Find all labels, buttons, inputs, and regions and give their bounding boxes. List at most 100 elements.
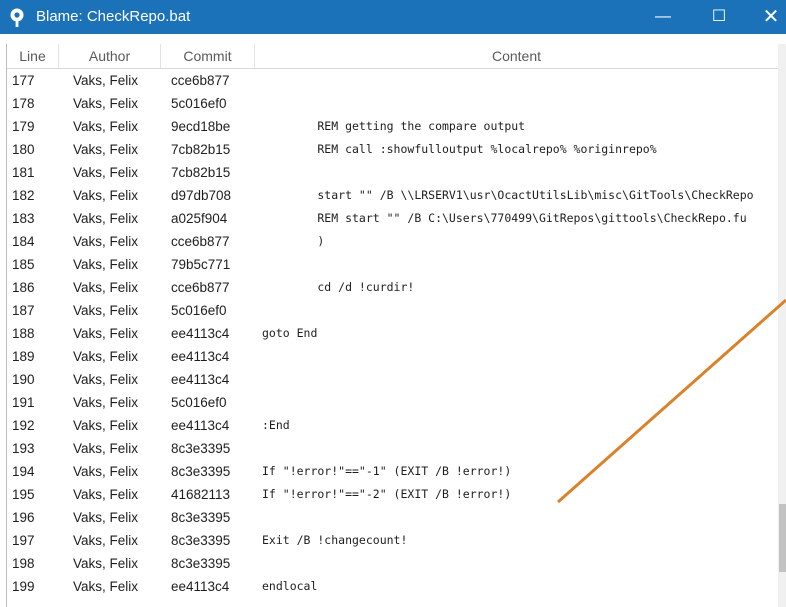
scrollbar-thumb[interactable] xyxy=(779,504,786,572)
blame-row[interactable]: 180 Vaks, Felix 7cb82b15 REM call :showful… xyxy=(7,138,778,161)
blame-row[interactable]: 196 Vaks, Felix 8c3e3395 xyxy=(7,506,778,529)
line-number: 188 xyxy=(12,326,35,341)
author-cell: Vaks, Felix xyxy=(73,234,139,249)
blame-row[interactable]: 178 Vaks, Felix 5c016ef0 xyxy=(7,92,778,115)
commit-cell: 7cb82b15 xyxy=(171,142,231,157)
blame-row[interactable]: 182 Vaks, Felix d97db708 start "" /B \\LRS… xyxy=(7,184,778,207)
commit-cell: cce6b877 xyxy=(171,280,230,295)
commit-cell: ee4113c4 xyxy=(171,349,230,364)
author-cell: Vaks, Felix xyxy=(73,211,139,226)
line-number: 178 xyxy=(12,96,35,111)
content-cell: REM call :showfulloutput %localrepo% %or… xyxy=(262,142,657,156)
commit-cell: 41682113 xyxy=(171,487,231,502)
blame-row[interactable]: 189 Vaks, Felix ee4113c4 xyxy=(7,345,778,368)
content-cell: REM start "" /B C:\Users\770499\GitRepos… xyxy=(262,211,747,225)
author-cell: Vaks, Felix xyxy=(73,165,139,180)
column-header: Line Author Commit Content xyxy=(7,44,778,69)
line-number: 199 xyxy=(12,579,35,594)
author-cell: Vaks, Felix xyxy=(73,257,139,272)
minimize-button[interactable]: — xyxy=(640,0,686,34)
minimize-icon: — xyxy=(655,8,671,25)
blame-row[interactable]: 177 Vaks, Felix cce6b877 xyxy=(7,69,778,92)
line-number: 182 xyxy=(12,188,35,203)
blame-row[interactable]: 185 Vaks, Felix 79b5c771 xyxy=(7,253,778,276)
author-cell: Vaks, Felix xyxy=(73,372,139,387)
author-cell: Vaks, Felix xyxy=(73,96,139,111)
author-cell: Vaks, Felix xyxy=(73,349,139,364)
author-cell: Vaks, Felix xyxy=(73,119,139,134)
line-number: 177 xyxy=(12,73,35,88)
blame-row[interactable]: 186 Vaks, Felix cce6b877 cd /d !curdir! xyxy=(7,276,778,299)
author-cell: Vaks, Felix xyxy=(73,280,139,295)
blame-row[interactable]: 197 Vaks, Felix 8c3e3395 Exit /B !changecou… xyxy=(7,529,778,552)
content-cell: REM getting the compare output xyxy=(262,119,526,133)
blame-row[interactable]: 188 Vaks, Felix ee4113c4 goto End xyxy=(7,322,778,345)
author-cell: Vaks, Felix xyxy=(73,188,139,203)
blame-row[interactable]: 195 Vaks, Felix 41682113 If "!error!"=="-2"… xyxy=(7,483,778,506)
blame-row[interactable]: 179 Vaks, Felix 9ecd18be REM getting the c… xyxy=(7,115,778,138)
sourcetree-logo-icon xyxy=(10,8,24,27)
commit-cell: a025f904 xyxy=(171,211,228,226)
commit-cell: 9ecd18be xyxy=(171,119,231,134)
line-number: 184 xyxy=(12,234,35,249)
line-number: 195 xyxy=(12,487,35,502)
content-cell: ) xyxy=(262,234,325,248)
line-number: 185 xyxy=(12,257,35,272)
blame-rows: 177 Vaks, Felix cce6b877 178 Vaks, Felix 5c01… xyxy=(7,69,778,607)
commit-cell: ee4113c4 xyxy=(171,418,230,433)
line-number: 196 xyxy=(12,510,35,525)
author-cell: Vaks, Felix xyxy=(73,73,139,88)
commit-cell: 7cb82b15 xyxy=(171,165,231,180)
commit-cell: 8c3e3395 xyxy=(171,556,231,571)
content-cell: start "" /B \\LRSERV1\usr\OcactUtilsLib\… xyxy=(262,188,754,202)
column-header-content[interactable]: Content xyxy=(255,44,778,68)
blame-row[interactable]: 190 Vaks, Felix ee4113c4 xyxy=(7,368,778,391)
content-cell: endlocal xyxy=(262,579,318,593)
blame-row[interactable]: 192 Vaks, Felix ee4113c4:End xyxy=(7,414,778,437)
author-cell: Vaks, Felix xyxy=(73,441,139,456)
commit-cell: ee4113c4 xyxy=(171,579,230,594)
blame-row[interactable]: 191 Vaks, Felix 5c016ef0 xyxy=(7,391,778,414)
blame-row[interactable]: 184 Vaks, Felix cce6b877 ) xyxy=(7,230,778,253)
blame-row[interactable]: 198 Vaks, Felix 8c3e3395 xyxy=(7,552,778,575)
author-cell: Vaks, Felix xyxy=(73,303,139,318)
line-number: 181 xyxy=(12,165,35,180)
author-cell: Vaks, Felix xyxy=(73,533,139,548)
column-header-line[interactable]: Line xyxy=(7,44,59,68)
commit-cell: 5c016ef0 xyxy=(171,395,227,410)
vertical-scrollbar[interactable] xyxy=(778,44,786,607)
content-cell: :End xyxy=(262,418,290,432)
line-number: 179 xyxy=(12,119,35,134)
blame-row[interactable]: 194 Vaks, Felix 8c3e3395 If "!error!"=="-1"… xyxy=(7,460,778,483)
line-number: 191 xyxy=(12,395,35,410)
author-cell: Vaks, Felix xyxy=(73,142,139,157)
blame-row[interactable]: 187 Vaks, Felix 5c016ef0 xyxy=(7,299,778,322)
maximize-button[interactable]: ☐ xyxy=(696,0,742,34)
column-header-commit[interactable]: Commit xyxy=(161,44,255,68)
maximize-icon: ☐ xyxy=(711,8,727,25)
commit-cell: 8c3e3395 xyxy=(171,510,231,525)
commit-cell: 8c3e3395 xyxy=(171,533,231,548)
commit-cell: 8c3e3395 xyxy=(171,464,231,479)
line-number: 189 xyxy=(12,349,35,364)
author-cell: Vaks, Felix xyxy=(73,464,139,479)
line-number: 198 xyxy=(12,556,35,571)
close-button[interactable]: ✕ xyxy=(748,0,786,34)
title-bar[interactable]: Blame: CheckRepo.bat — ☐ ✕ xyxy=(0,0,786,34)
commit-cell: ee4113c4 xyxy=(171,372,230,387)
blame-row[interactable]: 193 Vaks, Felix 8c3e3395 xyxy=(7,437,778,460)
line-number: 194 xyxy=(12,464,35,479)
author-cell: Vaks, Felix xyxy=(73,510,139,525)
content-cell: goto End xyxy=(262,326,318,340)
line-number: 192 xyxy=(12,418,35,433)
author-cell: Vaks, Felix xyxy=(73,556,139,571)
blame-row[interactable]: 181 Vaks, Felix 7cb82b15 xyxy=(7,161,778,184)
column-header-author[interactable]: Author xyxy=(59,44,161,68)
line-number: 187 xyxy=(12,303,35,318)
commit-cell: cce6b877 xyxy=(171,73,230,88)
blame-row[interactable]: 199 Vaks, Felix ee4113c4 endlocal xyxy=(7,575,778,598)
author-cell: Vaks, Felix xyxy=(73,579,139,594)
content-cell: Exit /B !changecount! xyxy=(262,533,408,547)
blame-row[interactable]: 183 Vaks, Felix a025f904 REM start "" /B C… xyxy=(7,207,778,230)
line-number: 197 xyxy=(12,533,35,548)
